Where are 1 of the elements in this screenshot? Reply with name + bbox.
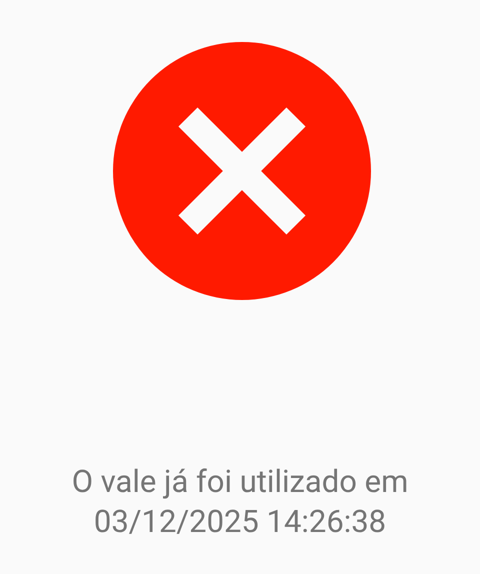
- status-message: O vale já foi utilizado em 03/12/2025 14:26:38: [70, 462, 410, 542]
